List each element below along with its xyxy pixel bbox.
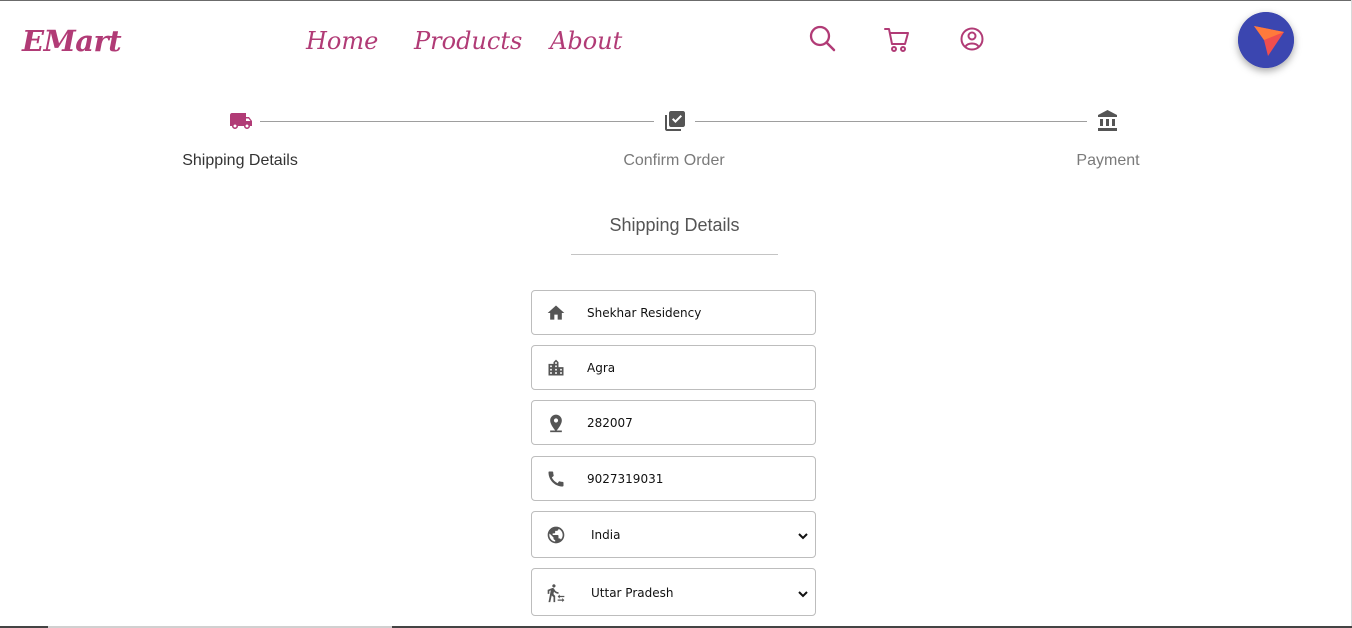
- nav-products-link[interactable]: Products: [414, 27, 522, 55]
- nav-about-link[interactable]: About: [550, 27, 622, 55]
- location-pin-icon: [546, 413, 566, 433]
- brand-logo[interactable]: EMart: [22, 24, 122, 58]
- phone-input[interactable]: [587, 457, 805, 500]
- globe-icon: [546, 525, 566, 545]
- step-shipping-truck-icon: [229, 109, 253, 138]
- step-label-shipping: Shipping Details: [182, 152, 298, 169]
- step-label-payment: Payment: [1076, 152, 1140, 169]
- city-field[interactable]: [531, 345, 816, 390]
- address-input[interactable]: [587, 291, 805, 334]
- step-payment-bank-icon: [1096, 109, 1120, 138]
- step-label-confirm: Confirm Order: [623, 152, 725, 169]
- city-icon: [546, 358, 566, 378]
- pincode-field[interactable]: [531, 400, 816, 445]
- navigation-arrow-icon: [1238, 12, 1294, 68]
- chevron-down-icon: [797, 529, 809, 541]
- transfer-within-station-icon: [546, 583, 566, 603]
- account-circle-icon[interactable]: [960, 24, 986, 59]
- country-selected-value: India: [591, 528, 621, 542]
- city-input[interactable]: [587, 346, 805, 389]
- cart-icon[interactable]: [884, 24, 910, 59]
- search-icon[interactable]: [809, 24, 837, 59]
- window-top-edge: [0, 0, 1352, 1]
- address-field[interactable]: [531, 290, 816, 335]
- state-select[interactable]: Uttar Pradesh: [531, 568, 816, 616]
- form-title-divider: [571, 254, 778, 255]
- pincode-input[interactable]: [587, 401, 805, 444]
- stepper-connector-2: [695, 121, 1087, 122]
- chevron-down-icon: [797, 587, 809, 599]
- phone-field[interactable]: [531, 456, 816, 501]
- home-icon: [546, 303, 566, 323]
- floating-action-button[interactable]: [1238, 12, 1294, 68]
- nav-home-link[interactable]: Home: [306, 27, 378, 55]
- state-selected-value: Uttar Pradesh: [591, 586, 674, 600]
- phone-icon: [546, 469, 566, 489]
- step-confirm-checklist-icon: [663, 109, 687, 138]
- form-title: Shipping Details: [609, 215, 740, 235]
- stepper-connector-1: [260, 121, 654, 122]
- country-select[interactable]: India: [531, 511, 816, 558]
